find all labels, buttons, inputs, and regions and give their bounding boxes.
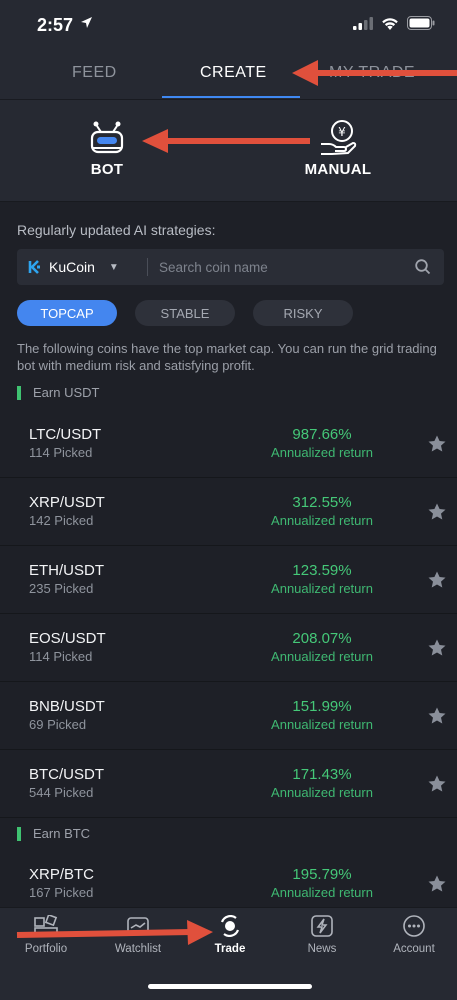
filter-stable[interactable]: STABLE	[135, 300, 235, 326]
nav-watchlist-label: Watchlist	[114, 943, 162, 955]
coin-pair: XRP/USDT	[29, 494, 105, 511]
active-tab-indicator	[162, 96, 300, 98]
hand-coin-icon: ¥	[321, 120, 357, 155]
manual-mode-button[interactable]: ¥ MANUAL	[298, 118, 378, 178]
coin-row[interactable]: BTC/USDT 544 Picked 171.43% Annualized r…	[0, 750, 457, 818]
trade-icon	[220, 915, 240, 937]
nav-account-label: Account	[393, 943, 435, 955]
nav-portfolio[interactable]: Portfolio	[1, 915, 91, 955]
coin-row[interactable]: ETH/USDT 235 Picked 123.59% Annualized r…	[0, 546, 457, 614]
bot-mode-button[interactable]: BOT	[72, 118, 142, 178]
coin-row[interactable]: XRP/USDT 142 Picked 312.55% Annualized r…	[0, 478, 457, 546]
coin-pair: EOS/USDT	[29, 630, 106, 647]
group-header-earn-usdt: Earn USDT	[17, 385, 99, 400]
coin-row[interactable]: BNB/USDT 69 Picked 151.99% Annualized re…	[0, 682, 457, 750]
annualized-return-value: 208.07%	[292, 630, 352, 647]
cellular-signal-icon	[353, 16, 373, 30]
group-title: Earn USDT	[33, 385, 100, 400]
annualized-return-label: Annualized return	[271, 717, 373, 732]
svg-text:¥: ¥	[338, 125, 346, 139]
coin-pair: BTC/USDT	[29, 766, 104, 783]
nav-trade[interactable]: Trade	[185, 915, 275, 955]
tab-create[interactable]: CREATE	[200, 64, 267, 82]
bot-mode-label: BOT	[90, 161, 124, 178]
star-icon[interactable]	[427, 434, 447, 454]
tab-feed[interactable]: FEED	[72, 64, 117, 82]
portfolio-icon	[34, 915, 58, 937]
star-icon[interactable]	[427, 774, 447, 794]
search-icon[interactable]	[414, 258, 432, 276]
annualized-return-label: Annualized return	[271, 513, 373, 528]
coin-row[interactable]: EOS/USDT 114 Picked 208.07% Annualized r…	[0, 614, 457, 682]
kucoin-logo-icon	[28, 260, 40, 274]
exchange-selector[interactable]: KuCoin ▼	[17, 259, 147, 275]
status-bar: 2:57	[0, 0, 457, 50]
nav-account[interactable]: Account	[369, 915, 457, 955]
filter-topcap[interactable]: TOPCAP	[17, 300, 117, 326]
nav-news-label: News	[307, 943, 337, 955]
filter-risky[interactable]: RISKY	[253, 300, 353, 326]
picked-count: 142 Picked	[29, 513, 94, 528]
annualized-return-label: Annualized return	[271, 445, 373, 460]
coin-row[interactable]: LTC/USDT 114 Picked 987.66% Annualized r…	[0, 410, 457, 478]
coin-pair: ETH/USDT	[29, 562, 104, 579]
star-icon[interactable]	[427, 638, 447, 658]
annualized-return-label: Annualized return	[271, 885, 373, 900]
search-input[interactable]: Search coin name	[148, 260, 414, 275]
account-icon	[403, 915, 425, 937]
coin-pair: LTC/USDT	[29, 426, 102, 443]
manual-mode-label: MANUAL	[304, 161, 372, 178]
annualized-return-value: 195.79%	[292, 866, 352, 883]
group-title: Earn BTC	[33, 826, 91, 841]
picked-count: 235 Picked	[29, 581, 94, 596]
picked-count: 167 Picked	[29, 885, 94, 900]
coin-pair: XRP/BTC	[29, 866, 95, 883]
annualized-return-label: Annualized return	[271, 581, 373, 596]
top-tab-bar: FEED CREATE MY TRADE	[0, 50, 457, 100]
mode-selector: BOT ¥ MANUAL	[0, 100, 457, 202]
picked-count: 69 Picked	[29, 717, 87, 732]
picked-count: 114 Picked	[29, 649, 93, 664]
annualized-return-label: Annualized return	[271, 785, 373, 800]
nav-portfolio-label: Portfolio	[24, 943, 68, 955]
category-filters: TOPCAP STABLE RISKY	[17, 300, 353, 326]
watchlist-icon	[127, 917, 149, 935]
star-icon[interactable]	[427, 706, 447, 726]
picked-count: 114 Picked	[29, 445, 93, 460]
star-icon[interactable]	[427, 874, 447, 894]
battery-icon	[407, 16, 435, 30]
location-arrow-icon	[81, 17, 92, 28]
strategies-caption: Regularly updated AI strategies:	[17, 222, 216, 238]
annualized-return-value: 123.59%	[292, 562, 352, 579]
nav-trade-label: Trade	[214, 943, 246, 955]
annualized-return-label: Annualized return	[271, 649, 373, 664]
tab-my-trade[interactable]: MY TRADE	[329, 64, 415, 82]
annualized-return-value: 312.55%	[292, 494, 352, 511]
robot-icon	[90, 121, 124, 154]
annualized-return-value: 171.43%	[292, 766, 352, 783]
picked-count: 544 Picked	[29, 785, 94, 800]
annualized-return-value: 151.99%	[292, 698, 352, 715]
category-description: The following coins have the top market …	[17, 341, 437, 373]
chevron-down-icon: ▼	[108, 261, 119, 273]
star-icon[interactable]	[427, 502, 447, 522]
search-bar: KuCoin ▼ Search coin name	[17, 249, 444, 285]
status-time: 2:57	[37, 15, 74, 35]
status-indicators	[353, 16, 435, 30]
annualized-return-value: 987.66%	[292, 426, 352, 443]
coin-pair: BNB/USDT	[29, 698, 105, 715]
home-indicator	[148, 984, 312, 989]
news-icon	[311, 915, 333, 937]
nav-watchlist[interactable]: Watchlist	[93, 915, 183, 955]
star-icon[interactable]	[427, 570, 447, 590]
group-accent-bar	[17, 826, 21, 841]
group-accent-bar	[17, 385, 21, 400]
group-header-earn-btc: Earn BTC	[17, 826, 90, 841]
exchange-name: KuCoin	[49, 259, 95, 275]
wifi-icon	[382, 17, 398, 30]
nav-news[interactable]: News	[277, 915, 367, 955]
